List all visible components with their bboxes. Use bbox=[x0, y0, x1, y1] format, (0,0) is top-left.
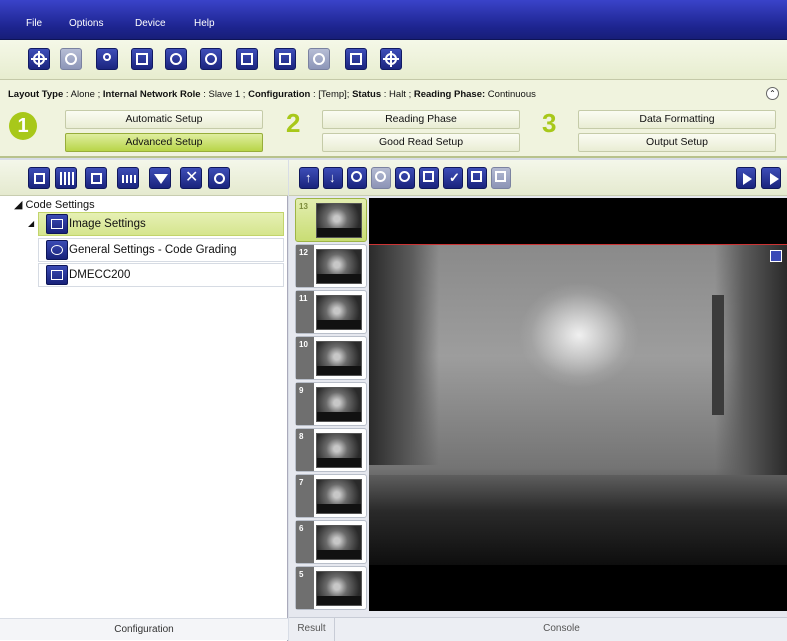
menu-help[interactable]: Help bbox=[194, 18, 215, 29]
thumbnail[interactable]: 7 bbox=[295, 474, 367, 518]
arrow-down-icon[interactable]: ↓ bbox=[323, 167, 343, 189]
step-1-badge: 1 bbox=[9, 112, 37, 140]
import-icon[interactable] bbox=[274, 48, 296, 70]
tree-item-general-settings[interactable]: General Settings - Code Grading bbox=[38, 238, 284, 262]
tree-item-image-settings[interactable]: Image Settings bbox=[38, 212, 284, 236]
datamatrix-icon bbox=[46, 265, 68, 285]
advanced-setup-button[interactable]: Advanced Setup bbox=[65, 133, 263, 152]
thumbnail[interactable]: 12 bbox=[295, 244, 367, 288]
window-icon[interactable] bbox=[131, 48, 153, 70]
tree-root[interactable]: ◢ Code Settings bbox=[14, 198, 95, 211]
collapse-icon[interactable]: ⌃ bbox=[766, 87, 779, 100]
expand-icon[interactable]: ◢ bbox=[28, 219, 34, 228]
filter-icon[interactable] bbox=[149, 167, 171, 189]
export-icon[interactable] bbox=[236, 48, 258, 70]
reading-phase-button[interactable]: Reading Phase bbox=[322, 110, 520, 129]
automatic-setup-button[interactable]: Automatic Setup bbox=[65, 110, 263, 129]
postal-code-icon[interactable] bbox=[117, 167, 139, 189]
good-read-setup-button[interactable]: Good Read Setup bbox=[322, 133, 520, 152]
thumbnail[interactable]: 11 bbox=[295, 290, 367, 334]
tree-item-dmecc200[interactable]: DMECC200 bbox=[38, 263, 284, 287]
barcode-icon[interactable] bbox=[55, 167, 77, 189]
thumbnail[interactable]: 5 bbox=[295, 566, 367, 610]
grid-icon[interactable] bbox=[491, 167, 511, 189]
connect-icon[interactable] bbox=[28, 48, 50, 70]
captured-image bbox=[369, 244, 787, 565]
monitor-icon[interactable] bbox=[345, 48, 367, 70]
zoom-reset-icon[interactable] bbox=[371, 167, 391, 189]
thumbnail[interactable]: 10 bbox=[295, 336, 367, 380]
check-icon[interactable]: ✓ bbox=[443, 167, 463, 189]
image-info-icon[interactable] bbox=[770, 250, 782, 262]
datamatrix-icon[interactable] bbox=[85, 167, 107, 189]
zoom-in-icon[interactable] bbox=[347, 167, 367, 189]
menu-file[interactable]: File bbox=[26, 18, 42, 29]
configuration-label: Configuration bbox=[0, 618, 288, 640]
frame-icon[interactable] bbox=[467, 167, 487, 189]
thumbnail[interactable]: 8 bbox=[295, 428, 367, 472]
image-capture-icon[interactable] bbox=[165, 48, 187, 70]
target-icon[interactable] bbox=[380, 48, 402, 70]
play-icon[interactable] bbox=[736, 167, 756, 189]
statistics-icon[interactable] bbox=[308, 48, 330, 70]
image-panel: ↑ ↓ ✓ 13 12 11 10 9 8 7 6 5 Result Conso… bbox=[289, 160, 787, 641]
image-icon bbox=[46, 214, 68, 234]
save-image-icon[interactable] bbox=[419, 167, 439, 189]
menu-options[interactable]: Options bbox=[69, 18, 103, 29]
thumbnail[interactable]: 6 bbox=[295, 520, 367, 564]
status-line: Layout Type : Alone ; Internal Network R… bbox=[8, 89, 536, 100]
data-formatting-button[interactable]: Data Formatting bbox=[578, 110, 776, 129]
image-save-icon[interactable] bbox=[200, 48, 222, 70]
arrow-up-icon[interactable]: ↑ bbox=[299, 167, 319, 189]
thumbnail[interactable]: 9 bbox=[295, 382, 367, 426]
image-toolbar: ↑ ↓ ✓ bbox=[289, 160, 787, 196]
menu-device[interactable]: Device bbox=[135, 18, 166, 29]
step-2-badge: 2 bbox=[286, 108, 301, 138]
image-viewer[interactable] bbox=[369, 198, 787, 611]
delete-icon[interactable]: ✕ bbox=[180, 167, 202, 189]
tab-result[interactable]: Result bbox=[289, 618, 335, 641]
step-play-icon[interactable] bbox=[761, 167, 781, 189]
user-icon[interactable] bbox=[96, 48, 118, 70]
bottom-tabs: Result Console bbox=[289, 617, 787, 641]
configuration-toolbar: ✕ bbox=[0, 160, 288, 196]
device-discovery-icon[interactable] bbox=[60, 48, 82, 70]
wrench-icon bbox=[46, 240, 68, 260]
menu-bar: File Options Device Help bbox=[0, 0, 787, 40]
search-code-icon[interactable] bbox=[208, 167, 230, 189]
configuration-panel: ✕ ◢ Code Settings ◢ Image Settings Gener… bbox=[0, 160, 288, 641]
image-thumbnails: 13 12 11 10 9 8 7 6 5 bbox=[295, 198, 367, 611]
app-window: File Options Device Help Layout Type : A… bbox=[0, 0, 787, 641]
output-setup-button[interactable]: Output Setup bbox=[578, 133, 776, 152]
thumbnail[interactable]: 13 bbox=[295, 198, 367, 242]
tab-console[interactable]: Console bbox=[336, 618, 787, 641]
zoom-out-icon[interactable] bbox=[395, 167, 415, 189]
workflow-panel: Layout Type : Alone ; Internal Network R… bbox=[0, 80, 787, 158]
add-code-icon[interactable] bbox=[28, 167, 50, 189]
step-3-badge: 3 bbox=[542, 108, 557, 138]
main-toolbar bbox=[0, 40, 787, 80]
